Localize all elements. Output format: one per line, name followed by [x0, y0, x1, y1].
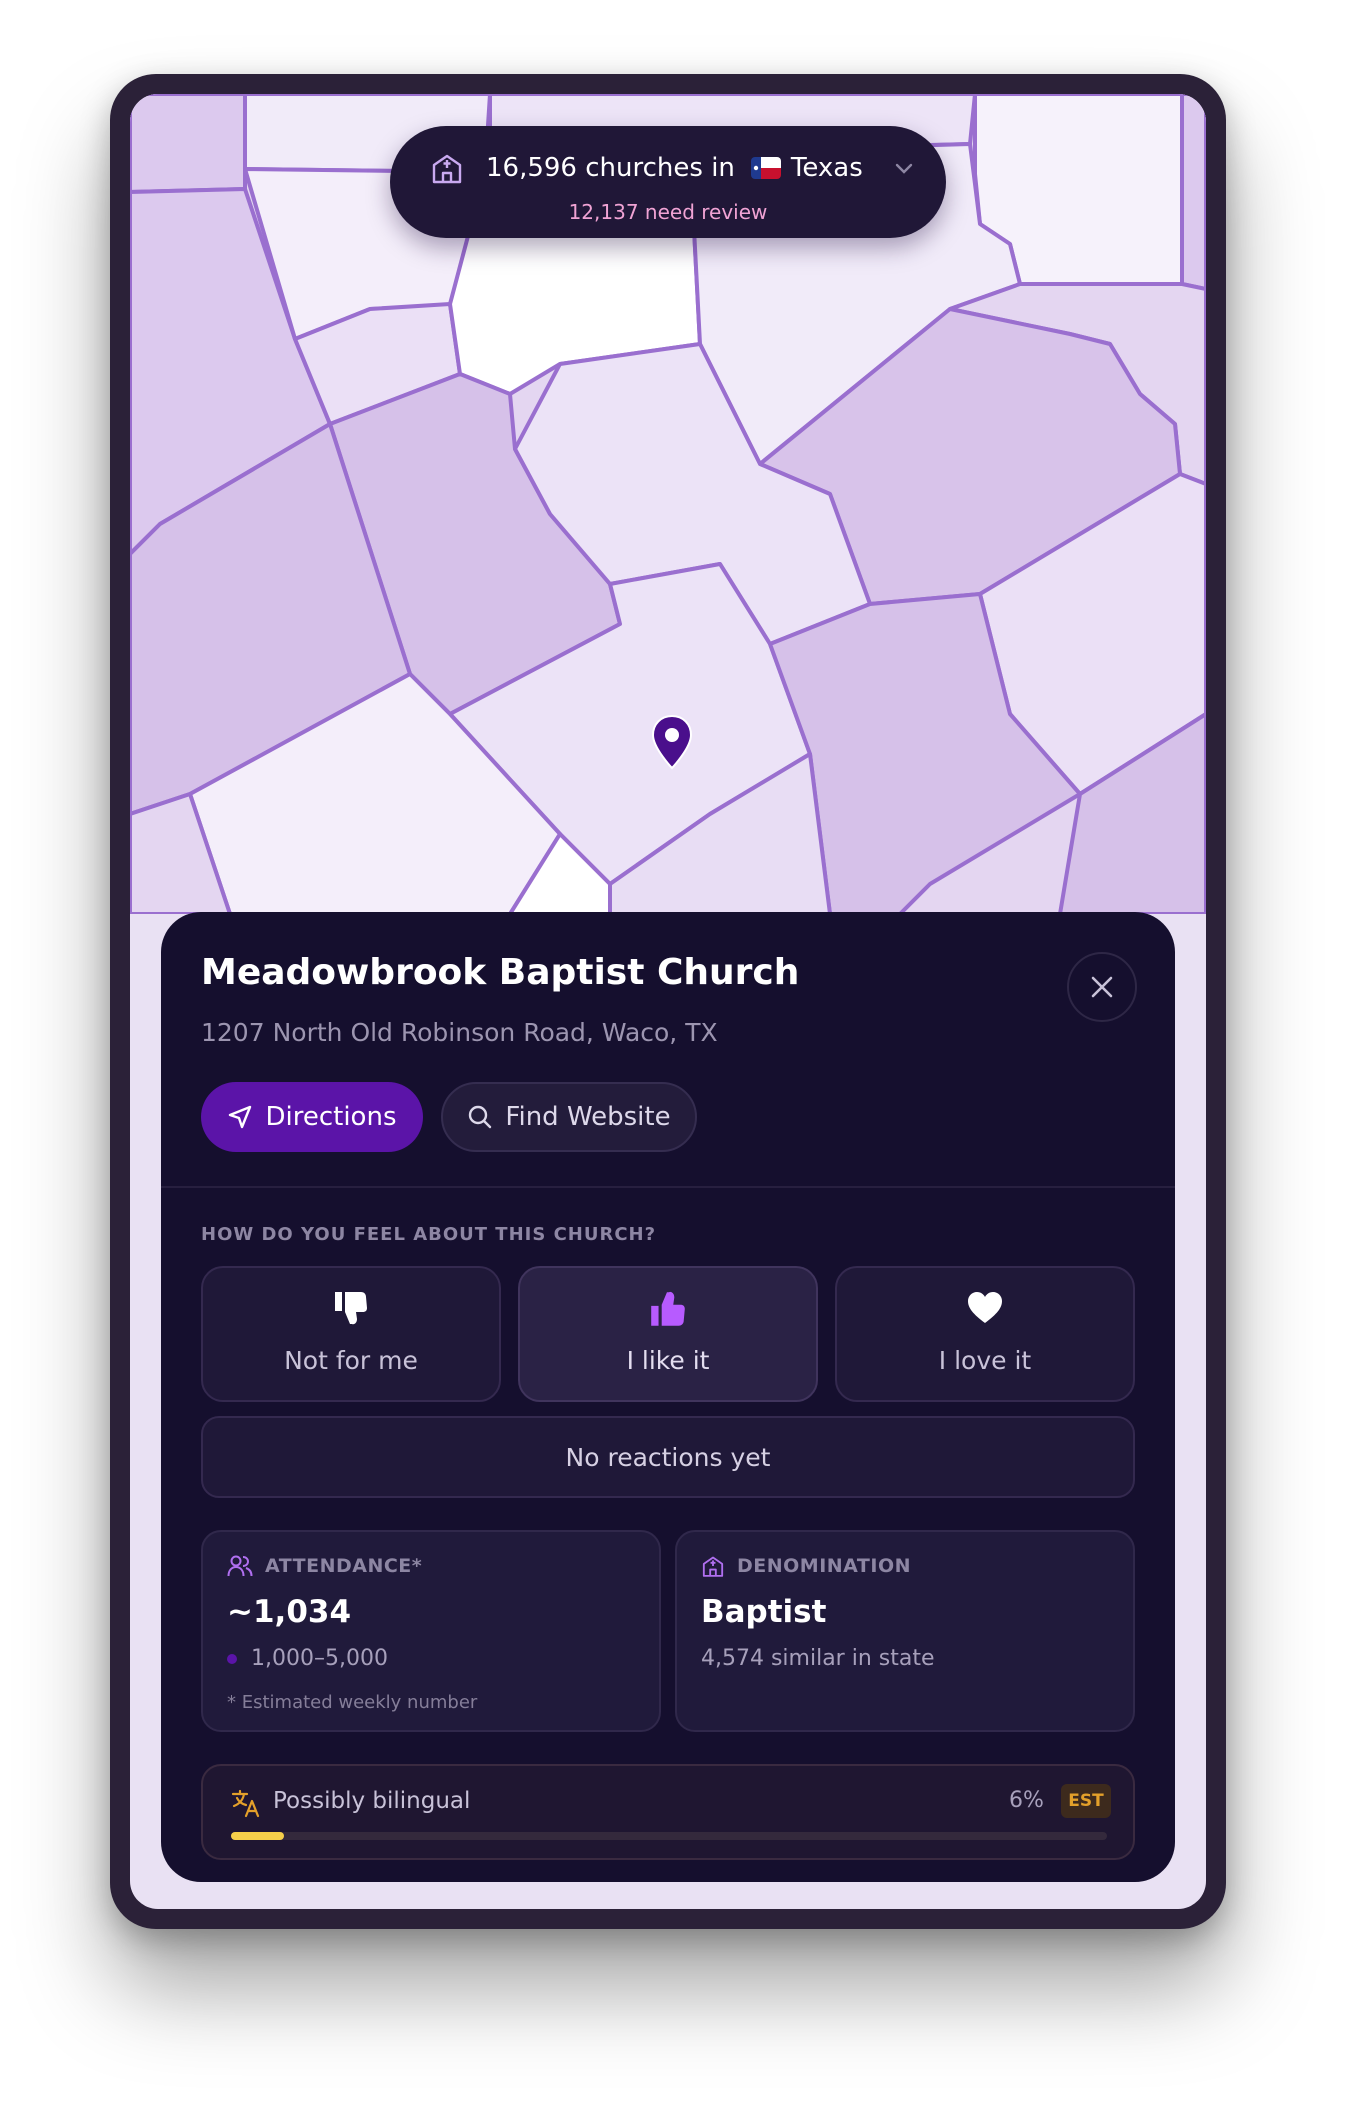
find-website-button[interactable]: Find Website — [441, 1082, 697, 1152]
attendance-note: * Estimated weekly number — [227, 1692, 478, 1713]
attendance-card: ATTENDANCE* ~1,034 1,000–5,000 * Estimat… — [201, 1530, 661, 1732]
church-icon — [432, 154, 462, 184]
bilingual-label: Possibly bilingual — [273, 1788, 471, 1814]
heart-icon — [968, 1292, 1002, 1323]
feedback-question: HOW DO YOU FEEL ABOUT THIS CHURCH? — [201, 1224, 657, 1245]
location-pin-icon[interactable] — [650, 714, 694, 770]
device-frame: 16,596 churches in Texas 12,137 need rev… — [110, 74, 1226, 1929]
not-for-me-label: Not for me — [284, 1346, 418, 1375]
close-button[interactable] — [1067, 952, 1137, 1022]
find-website-label: Find Website — [505, 1102, 671, 1132]
bilingual-progress-fill — [231, 1832, 284, 1840]
range-dot — [227, 1653, 237, 1664]
bilingual-progress-track — [231, 1832, 1107, 1840]
texas-flag-icon — [750, 157, 781, 179]
not-for-me-button[interactable]: Not for me — [201, 1266, 501, 1402]
i-love-it-button[interactable]: I love it — [835, 1266, 1135, 1402]
attendance-range: 1,000–5,000 — [251, 1646, 388, 1671]
people-icon — [227, 1555, 253, 1577]
chevron-down-icon — [895, 163, 912, 174]
thumbs-down-icon — [335, 1292, 367, 1325]
i-love-it-label: I love it — [938, 1346, 1032, 1375]
bilingual-percent: 6% — [1009, 1788, 1044, 1813]
i-like-it-label: I like it — [626, 1346, 710, 1375]
close-icon — [1091, 976, 1113, 998]
church-name: Meadowbrook Baptist Church — [201, 952, 800, 993]
church-count: 16,596 churches in — [486, 153, 735, 183]
directions-button[interactable]: Directions — [201, 1082, 423, 1152]
thumbs-up-icon — [651, 1291, 685, 1326]
navigation-arrow-icon — [229, 1105, 252, 1129]
state-selector-pill[interactable]: 16,596 churches in Texas 12,137 need rev… — [390, 126, 946, 238]
church-address: 1207 North Old Robinson Road, Waco, TX — [201, 1018, 718, 1047]
church-icon — [702, 1556, 724, 1577]
i-like-it-button[interactable]: I like it — [518, 1266, 818, 1402]
denomination-value: Baptist — [701, 1594, 827, 1630]
divider — [161, 1186, 1175, 1188]
attendance-header: ATTENDANCE* — [265, 1555, 423, 1577]
denomination-card: DENOMINATION Baptist 4,574 similar in st… — [675, 1530, 1135, 1732]
bilingual-indicator: Possibly bilingual 6% EST — [201, 1764, 1135, 1860]
review-count[interactable]: 12,137 need review — [390, 200, 946, 224]
directions-label: Directions — [265, 1102, 397, 1132]
denomination-similar: 4,574 similar in state — [701, 1646, 935, 1671]
reaction-status: No reactions yet — [201, 1416, 1135, 1498]
state-name: Texas — [790, 153, 863, 183]
screen: 16,596 churches in Texas 12,137 need rev… — [130, 94, 1206, 1909]
attendance-value: ~1,034 — [227, 1594, 352, 1630]
search-icon — [469, 1105, 492, 1129]
denomination-header: DENOMINATION — [737, 1555, 911, 1577]
translate-icon — [231, 1789, 260, 1818]
estimate-badge: EST — [1061, 1784, 1111, 1818]
church-detail-sheet: Meadowbrook Baptist Church 1207 North Ol… — [161, 912, 1175, 1882]
